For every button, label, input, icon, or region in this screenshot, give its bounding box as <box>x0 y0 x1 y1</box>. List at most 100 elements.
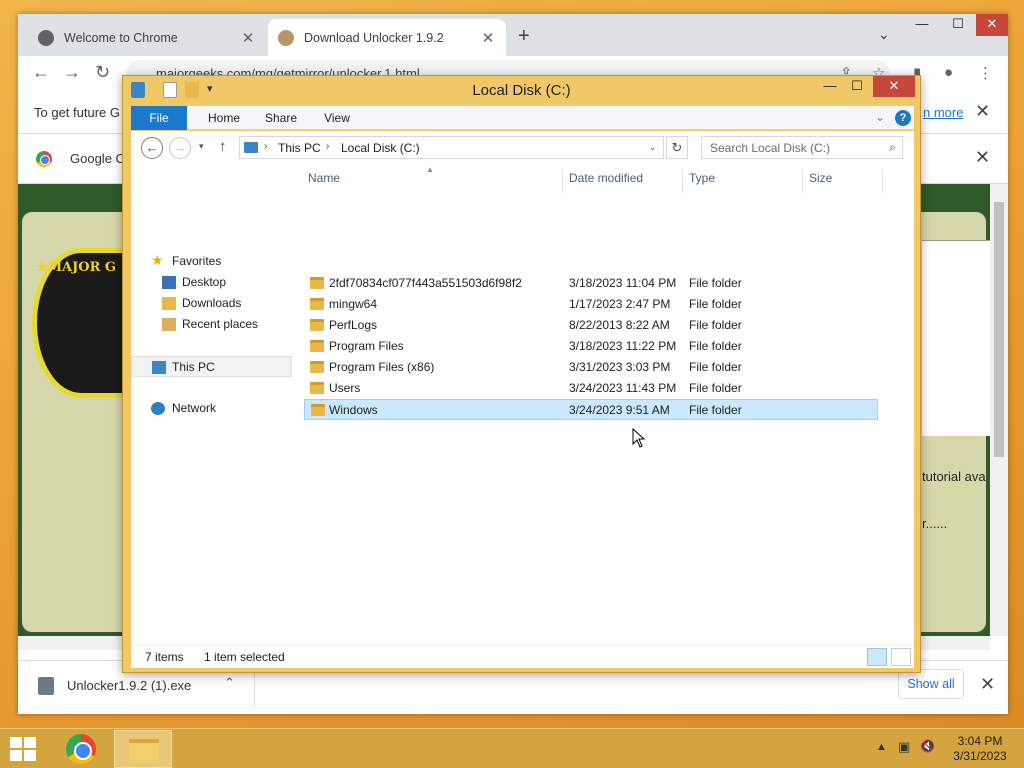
column-divider[interactable] <box>562 169 563 193</box>
explorer-maximize-button[interactable]: ☐ <box>844 76 870 97</box>
recent-places-icon <box>162 318 176 331</box>
computer-icon <box>152 361 166 374</box>
forward-icon[interactable]: → <box>63 62 81 83</box>
column-header-type[interactable]: Type <box>689 171 715 185</box>
download-filename[interactable]: Unlocker1.9.2 (1).exe <box>67 678 191 693</box>
profile-icon[interactable]: ● <box>944 64 953 81</box>
close-icon[interactable]: ✕ <box>240 29 256 47</box>
nav-item-network[interactable]: Network <box>131 398 292 419</box>
search-icon[interactable]: ⌕ <box>889 140 896 155</box>
nav-item-downloads[interactable]: Downloads <box>131 293 292 314</box>
recent-locations-icon[interactable]: ▾ <box>199 141 204 152</box>
column-header-date-modified[interactable]: Date modified <box>569 171 643 185</box>
table-row[interactable]: Users 3/24/2023 11:43 PM File folder <box>304 378 878 399</box>
table-row[interactable]: Program Files 3/18/2023 11:22 PM File fo… <box>304 336 878 357</box>
desktop-icon <box>162 276 176 289</box>
folder-icon <box>310 361 324 373</box>
explorer-window: ▾ Local Disk (C:) — ☐ ✕ File Home Share … <box>122 75 921 673</box>
folder-icon <box>310 340 324 352</box>
tab-view[interactable]: View <box>309 106 365 130</box>
tab-welcome-to-chrome[interactable]: Welcome to Chrome ✕ <box>28 19 266 56</box>
tab-search-icon[interactable]: ⌄ <box>878 26 890 43</box>
reload-icon[interactable]: ↻ <box>95 62 110 83</box>
clock[interactable]: 3:04 PM 3/31/2023 <box>950 734 1010 764</box>
column-divider[interactable] <box>682 169 683 193</box>
expand-ribbon-icon[interactable]: ⌄ <box>875 110 885 124</box>
tab-home[interactable]: Home <box>195 106 253 130</box>
start-button[interactable] <box>10 737 36 761</box>
close-icon[interactable]: ✕ <box>975 147 990 168</box>
divider <box>254 669 255 707</box>
nav-item-desktop[interactable]: Desktop <box>131 272 292 293</box>
nav-item-favorites[interactable]: ★ Favorites <box>131 251 292 272</box>
back-button[interactable]: ← <box>141 137 163 159</box>
breadcrumb-separator[interactable]: › <box>264 141 267 152</box>
column-header-size[interactable]: Size <box>809 171 832 185</box>
refresh-button[interactable]: ↻ <box>666 136 688 159</box>
close-icon[interactable]: ✕ <box>480 29 496 47</box>
table-row-selected[interactable]: Windows 3/24/2023 9:51 AM File folder <box>304 399 878 420</box>
show-hidden-icons-icon[interactable]: ▲ <box>876 741 887 753</box>
navigation-pane: ★ Favorites Desktop Downloads Recent pla… <box>131 165 292 644</box>
tab-download-unlocker[interactable]: Download Unlocker 1.9.2 ✕ <box>268 19 506 56</box>
table-row[interactable]: Program Files (x86) 3/31/2023 3:03 PM Fi… <box>304 357 878 378</box>
column-divider[interactable] <box>802 169 803 193</box>
network-icon[interactable]: ▣ <box>898 739 910 755</box>
selection-count: 1 item selected <box>204 650 285 664</box>
volume-muted-icon[interactable]: 🔇 <box>920 739 935 753</box>
new-tab-button[interactable]: + <box>518 25 530 48</box>
taskbar: ▲ ▣ 🔇 3:04 PM 3/31/2023 <box>0 728 1024 768</box>
help-icon[interactable]: ? <box>895 110 911 126</box>
taskbar-chrome[interactable] <box>52 730 110 768</box>
column-divider[interactable] <box>882 169 883 193</box>
scrollbar-thumb[interactable] <box>994 202 1004 457</box>
close-icon[interactable]: ✕ <box>975 101 990 122</box>
menu-icon[interactable]: ⋮ <box>978 64 993 82</box>
windows-logo-icon <box>10 750 22 761</box>
chrome-tabstrip: Welcome to Chrome ✕ Download Unlocker 1.… <box>18 14 1008 56</box>
table-row[interactable]: mingw64 1/17/2023 2:47 PM File folder <box>304 294 878 315</box>
folder-icon <box>311 404 325 416</box>
file-list: ▲ Name Date modified Type Size 2fdf70834… <box>292 165 914 644</box>
windows-logo-icon <box>10 737 22 748</box>
tab-file[interactable]: File <box>131 106 187 130</box>
page-scrollbar[interactable] <box>990 184 1008 636</box>
breadcrumb-this-pc[interactable]: This PC <box>278 141 321 155</box>
chevron-up-icon[interactable]: ⌃ <box>224 675 235 691</box>
forward-button[interactable]: → <box>169 137 191 159</box>
breadcrumb-separator[interactable]: › <box>326 141 329 152</box>
details-view-button[interactable] <box>867 648 887 666</box>
file-explorer-icon <box>129 739 159 761</box>
search-input[interactable]: Search Local Disk (C:) ⌕ <box>701 136 903 159</box>
close-icon[interactable]: ✕ <box>980 674 995 695</box>
page-text: tutorial ava <box>922 469 986 484</box>
clock-date: 3/31/2023 <box>953 749 1007 763</box>
infobar-text: Google C <box>70 151 125 166</box>
tab-share[interactable]: Share <box>253 106 309 130</box>
explorer-close-button[interactable]: ✕ <box>873 76 915 97</box>
large-icons-view-button[interactable] <box>891 648 911 666</box>
chrome-close-button[interactable]: ✕ <box>976 14 1008 36</box>
learn-more-link[interactable]: n more <box>923 105 963 120</box>
folder-icon <box>310 298 324 310</box>
show-all-button[interactable]: Show all <box>898 669 964 699</box>
explorer-minimize-button[interactable]: — <box>817 76 843 97</box>
chevron-down-icon[interactable]: ⌄ <box>649 142 657 153</box>
table-row[interactable]: PerfLogs 8/22/2013 8:22 AM File folder <box>304 315 878 336</box>
column-header-name[interactable]: Name <box>308 171 340 185</box>
mouse-cursor-icon <box>632 428 646 448</box>
chrome-minimize-button[interactable]: — <box>904 14 940 36</box>
chrome-maximize-button[interactable]: ☐ <box>940 14 976 36</box>
address-path[interactable]: › This PC › Local Disk (C:) ⌄ <box>239 136 664 159</box>
table-row[interactable]: 2fdf70834cf077f443a551503d6f98f2 3/18/20… <box>304 273 878 294</box>
nav-item-recent-places[interactable]: Recent places <box>131 314 292 335</box>
favicon-icon <box>278 29 294 46</box>
window-title: Local Disk (C:) <box>472 82 571 99</box>
exe-file-icon <box>38 677 54 695</box>
nav-item-this-pc[interactable]: This PC <box>131 356 292 377</box>
explorer-titlebar[interactable]: ▾ Local Disk (C:) — ☐ ✕ <box>123 76 920 105</box>
breadcrumb-local-disk[interactable]: Local Disk (C:) <box>341 141 420 155</box>
taskbar-file-explorer[interactable] <box>114 730 172 768</box>
back-icon[interactable]: ← <box>32 62 50 83</box>
up-button[interactable]: ↑ <box>219 138 227 155</box>
